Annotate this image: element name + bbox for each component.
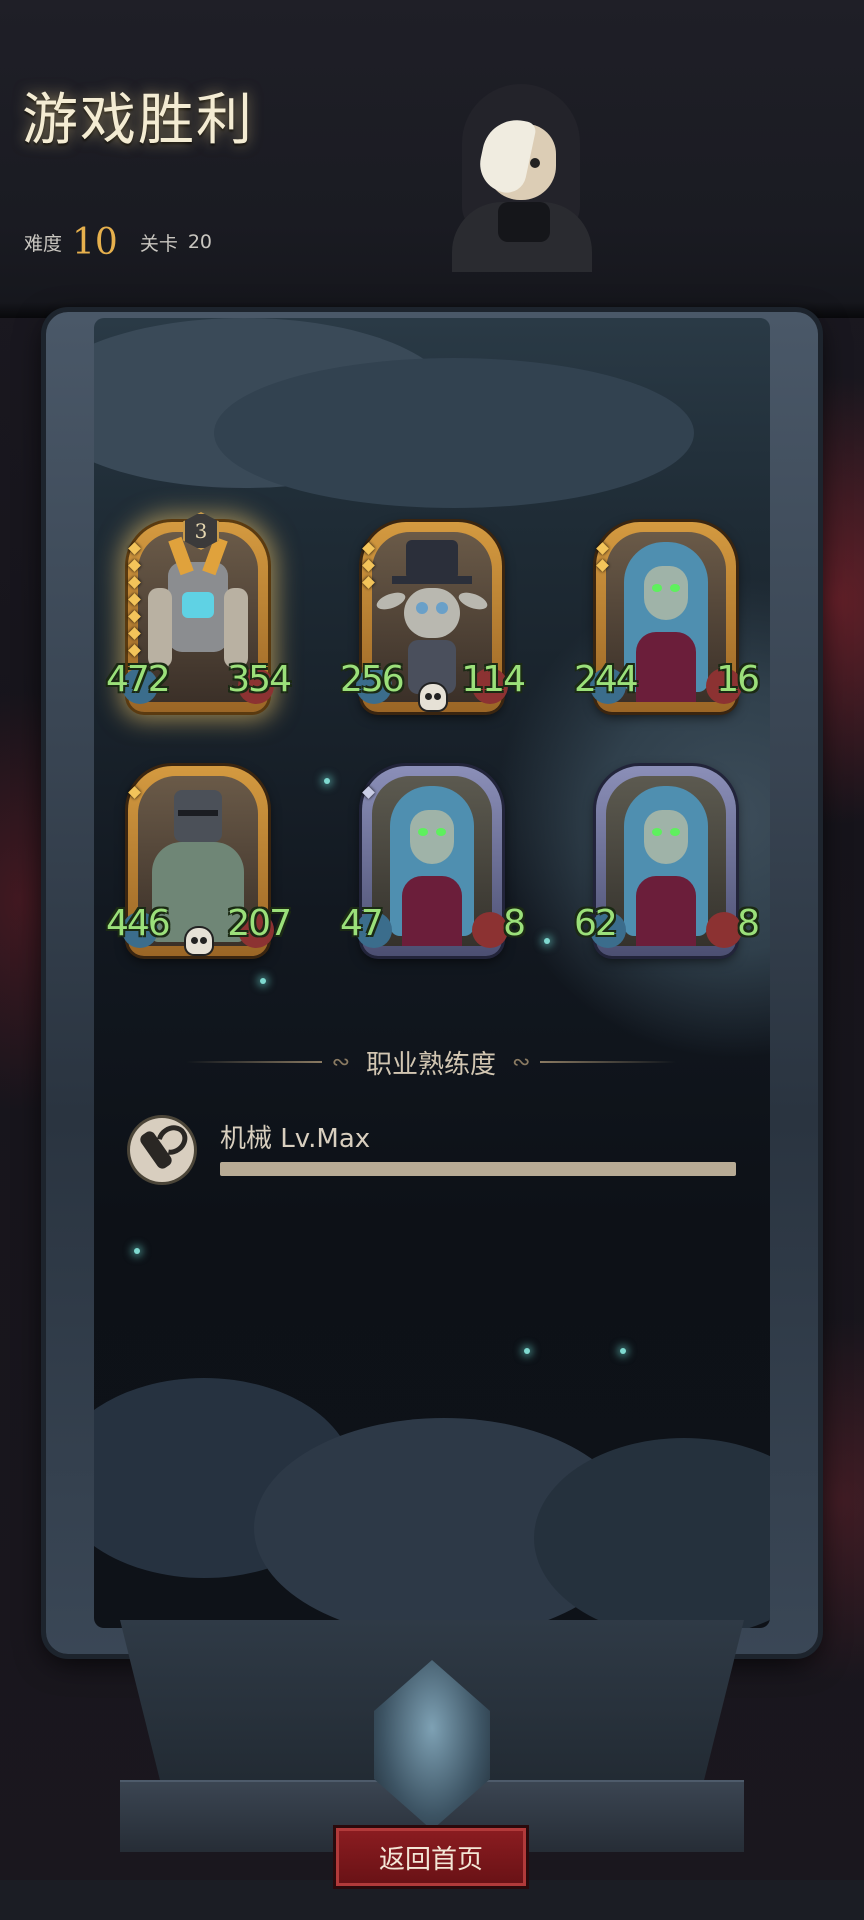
health-value: 354 xyxy=(227,659,292,700)
attack-value: 62 xyxy=(574,903,618,944)
health-value: 8 xyxy=(737,903,760,944)
header-band xyxy=(0,0,864,318)
hero-card-1[interactable]: 3 472 354 xyxy=(106,512,292,712)
hero-card-6[interactable]: 62 8 xyxy=(574,766,760,956)
swirl-ornament-icon: ∾ xyxy=(331,1049,350,1075)
star-pips xyxy=(128,786,141,799)
star-sparkle xyxy=(620,1348,626,1354)
divider xyxy=(540,1061,677,1063)
class-proficiency-label: 机械 Lv.Max xyxy=(220,1124,371,1154)
health-value: 16 xyxy=(716,659,760,700)
hero-card-4[interactable]: 446 207 xyxy=(106,766,292,956)
difficulty-value: 10 xyxy=(72,221,118,263)
attack-value: 446 xyxy=(106,903,171,944)
star-sparkle xyxy=(544,938,550,944)
proficiency-progress-bar xyxy=(220,1162,736,1176)
results-panel xyxy=(94,318,770,1628)
star-sparkle xyxy=(260,978,266,984)
attack-value: 47 xyxy=(340,903,384,944)
star-pips xyxy=(362,786,375,799)
page-title: 游戏胜利 xyxy=(22,88,254,153)
stage-value: 20 xyxy=(187,231,213,253)
hero-card-5[interactable]: 47 8 xyxy=(340,766,526,956)
wrench-icon xyxy=(130,1118,194,1182)
star-pips xyxy=(128,542,141,657)
health-value: 207 xyxy=(227,903,292,944)
hero-card-2[interactable]: 256 114 xyxy=(340,522,526,712)
star-sparkle xyxy=(524,1348,530,1354)
star-sparkle xyxy=(324,778,330,784)
stage-label: 关卡 xyxy=(139,232,178,255)
hero-card-3[interactable]: 244 16 xyxy=(574,522,760,712)
attack-value: 256 xyxy=(340,659,405,700)
hooded-character-portrait xyxy=(452,84,592,272)
cloud xyxy=(214,358,694,508)
proficiency-section-header: ∾ 职业熟练度 ∾ xyxy=(186,1040,677,1084)
attack-value: 472 xyxy=(106,659,171,700)
health-value: 114 xyxy=(461,659,526,700)
health-value: 8 xyxy=(503,903,526,944)
run-info: 难度 10 关卡 20 xyxy=(24,220,212,264)
skull-icon xyxy=(186,928,212,954)
proficiency-progress-fill xyxy=(220,1162,736,1176)
star-pips xyxy=(596,542,609,572)
divider xyxy=(186,1061,322,1063)
swirl-ornament-icon: ∾ xyxy=(512,1049,531,1075)
difficulty-label: 难度 xyxy=(24,232,63,255)
return-home-button[interactable]: 返回首页 xyxy=(336,1828,526,1886)
attack-value: 244 xyxy=(574,659,639,700)
skull-icon xyxy=(420,684,446,710)
star-pips xyxy=(362,542,375,589)
star-sparkle xyxy=(134,1248,140,1254)
proficiency-title: 职业熟练度 xyxy=(366,1049,497,1080)
